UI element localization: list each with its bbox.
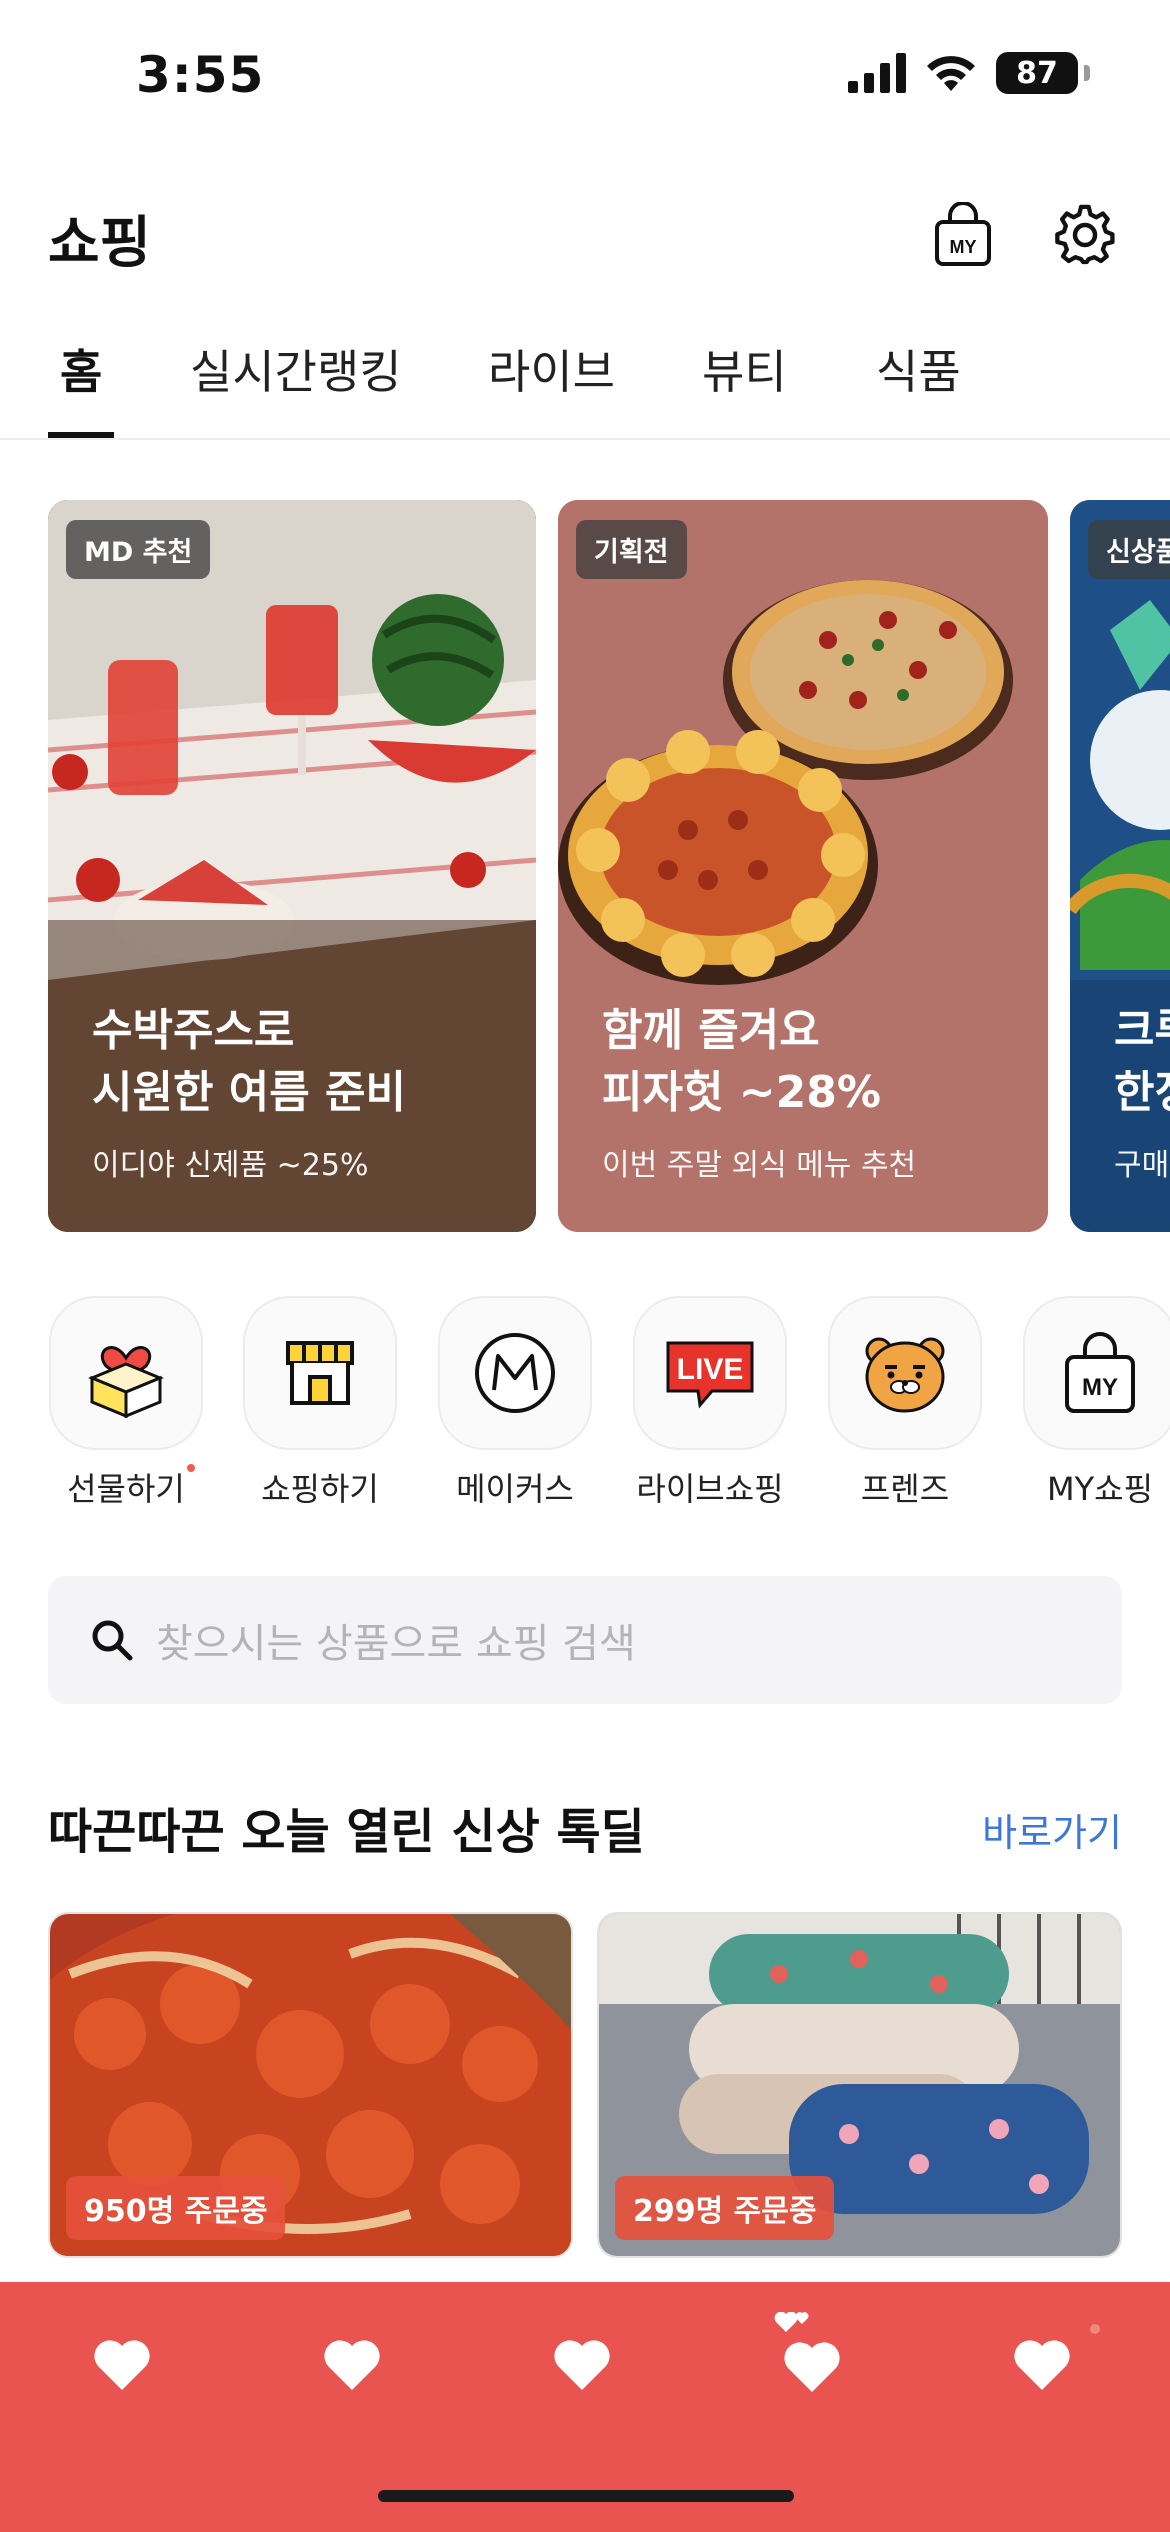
ryan-face-icon <box>828 1296 982 1450</box>
my-bag-icon-text: MY <box>950 237 977 257</box>
battery-cap <box>1084 65 1090 81</box>
cellular-signal-icon <box>848 53 906 93</box>
banner-subtitle: 이디야 신제품 ~25% <box>92 1148 369 1183</box>
heart-icon[interactable] <box>1010 2332 1074 2396</box>
banner-carousel[interactable]: MD 추천 수박주스로 시원한 여름 준비 이디야 신제품 ~25% 기획전 함… <box>0 500 1170 1232</box>
order-count-badge: 299명 주문중 <box>615 2176 835 2240</box>
banner-tag: 기획전 <box>576 520 687 579</box>
search-input[interactable]: 찾으시는 상품으로 쇼핑 검색 <box>48 1576 1122 1704</box>
search-placeholder: 찾으시는 상품으로 쇼핑 검색 <box>156 1621 636 1667</box>
gear-icon <box>1055 204 1115 265</box>
banner-title: 수박주스로 시원한 여름 준비 <box>92 1005 406 1118</box>
banner-card-new[interactable]: 신상품 크루 한정 구매 <box>1070 500 1170 1232</box>
shortcut-label: MY쇼핑 <box>1046 1470 1154 1508</box>
shortcut-live-shopping[interactable]: LIVE 라이브쇼핑 <box>620 1296 800 1510</box>
banner-tag: 신상품 <box>1088 520 1170 579</box>
status-bar: 3:55 87 <box>0 0 1170 150</box>
shortcut-gift[interactable]: 선물하기 <box>36 1296 216 1510</box>
store-icon <box>243 1296 397 1450</box>
status-icons: 87 <box>848 52 1090 94</box>
battery-indicator: 87 <box>996 52 1078 94</box>
product-card[interactable]: 950명 주문중 <box>48 1912 573 2258</box>
banner-card-pizza[interactable]: 기획전 함께 즐겨요 피자헛 ~28% 이번 주말 외식 메뉴 추천 <box>558 500 1048 1232</box>
tab-beauty[interactable]: 뷰티 <box>702 336 787 402</box>
home-indicator <box>378 2490 794 2502</box>
tab-food[interactable]: 식품 <box>876 336 961 402</box>
order-count-badge: 950명 주문중 <box>66 2176 286 2240</box>
battery-level: 87 <box>1016 55 1058 91</box>
banner-tag: MD 추천 <box>66 520 211 579</box>
shortcut-label-text: 선물하기 <box>67 1470 185 1508</box>
section-title: 따끈따끈 오늘 열린 신상 톡딜 <box>48 1804 645 1860</box>
shortcut-my-shopping[interactable]: MY MY쇼핑 <box>1010 1296 1170 1510</box>
page-title: 쇼핑 <box>48 211 152 276</box>
wifi-icon <box>927 56 975 91</box>
gift-icon <box>49 1296 203 1450</box>
app-header: 쇼핑 MY <box>0 190 1170 280</box>
status-time: 3:55 <box>136 46 265 104</box>
settings-button[interactable] <box>1050 200 1120 270</box>
shortcut-shopping[interactable]: 쇼핑하기 <box>230 1296 410 1510</box>
banner-title: 크루 한정 <box>1114 1005 1170 1118</box>
makers-icon <box>438 1296 592 1450</box>
banner-title: 함께 즐겨요 피자헛 ~28% <box>602 1005 881 1118</box>
shortcut-label: 쇼핑하기 <box>261 1470 379 1508</box>
new-notification-dot <box>186 1464 195 1472</box>
shortcut-friends[interactable]: 프렌즈 <box>815 1296 995 1510</box>
hearts-icon[interactable] <box>772 2312 852 2396</box>
product-card[interactable]: 299명 주문중 <box>597 1912 1122 2258</box>
shortcut-makers[interactable]: 메이커스 <box>425 1296 605 1510</box>
live-icon: LIVE <box>633 1296 787 1450</box>
shortcut-label: 메이커스 <box>456 1470 574 1508</box>
deal-section-header: 따끈따끈 오늘 열린 신상 톡딜 바로가기 <box>48 1792 1122 1862</box>
sparkle-dot <box>1090 2324 1100 2334</box>
banner-card-watermelon[interactable]: MD 추천 수박주스로 시원한 여름 준비 이디야 신제품 ~25% <box>48 500 536 1232</box>
heart-icon[interactable] <box>550 2332 614 2396</box>
go-link[interactable]: 바로가기 <box>982 1802 1122 1857</box>
shortcut-label: 선물하기 <box>67 1464 195 1510</box>
tab-live[interactable]: 라이브 <box>488 336 615 402</box>
active-tab-indicator <box>48 432 114 438</box>
banner-subtitle: 이번 주말 외식 메뉴 추천 <box>602 1148 917 1183</box>
tab-realtime-ranking[interactable]: 실시간랭킹 <box>190 336 402 402</box>
my-bag-icon: MY <box>1023 1296 1170 1450</box>
tab-home[interactable]: 홈 <box>60 336 102 402</box>
shortcut-row: 선물하기 쇼핑하기 메이커스 LIVE 라이브쇼핑 프렌즈 MY MY쇼핑 <box>0 1296 1170 1516</box>
my-bag-icon: MY <box>935 202 991 266</box>
shortcut-label: 프렌즈 <box>860 1470 950 1508</box>
my-shopping-button[interactable]: MY <box>928 200 998 270</box>
heart-icon[interactable] <box>320 2332 384 2396</box>
banner-subtitle: 구매 <box>1114 1148 1170 1183</box>
search-icon <box>92 1620 133 1661</box>
heart-icon[interactable] <box>90 2332 154 2396</box>
shortcut-label: 라이브쇼핑 <box>636 1470 784 1508</box>
category-tabs: 홈 실시간랭킹 라이브 뷰티 식품 <box>0 330 1170 440</box>
live-icon-text: LIVE <box>677 1353 744 1386</box>
my-bag-icon-text: MY <box>1082 1374 1118 1401</box>
